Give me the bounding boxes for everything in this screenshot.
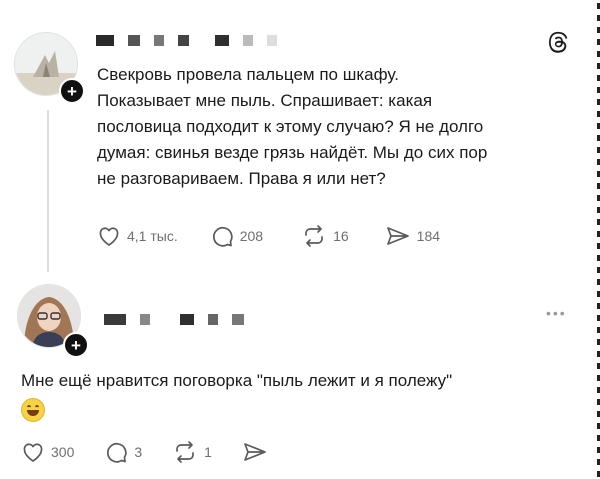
- grinning-face-icon: [21, 398, 45, 422]
- thread-line: [47, 110, 49, 272]
- like-button[interactable]: 4,1 тыс.: [97, 225, 178, 247]
- author-name-masked[interactable]: [96, 35, 277, 46]
- like-count: 300: [51, 444, 75, 460]
- comment-count: 208: [239, 228, 264, 244]
- reply-actions: 300 3 1: [21, 440, 268, 464]
- post-actions: 4,1 тыс. 208 16 184: [97, 224, 440, 248]
- comment-count: 3: [134, 444, 143, 460]
- send-icon: [386, 227, 409, 245]
- repost-icon: [305, 225, 323, 247]
- like-button[interactable]: 300: [21, 441, 74, 463]
- more-icon[interactable]: •••: [546, 305, 567, 321]
- post-text: Свекровь провела пальцем по шкафу. Показ…: [97, 65, 488, 188]
- like-count: 4,1 тыс.: [127, 228, 178, 244]
- share-button[interactable]: [242, 440, 268, 464]
- follow-plus-icon[interactable]: +: [63, 332, 89, 358]
- threads-logo[interactable]: [548, 31, 570, 53]
- author-name-masked[interactable]: [104, 314, 244, 325]
- repost-count: 1: [204, 444, 212, 460]
- follow-plus-icon[interactable]: +: [59, 78, 85, 104]
- share-button[interactable]: 184: [385, 224, 440, 248]
- repost-button[interactable]: 1: [172, 440, 212, 464]
- share-count: 184: [416, 228, 441, 244]
- heart-icon: [99, 227, 119, 246]
- comment-icon: [107, 443, 128, 463]
- repost-count: 16: [333, 228, 349, 244]
- heart-icon: [23, 443, 43, 462]
- reply-author-avatar-wrap[interactable]: +: [17, 284, 89, 358]
- send-icon: [244, 443, 266, 461]
- comment-button[interactable]: 208: [210, 224, 263, 248]
- repost-icon: [176, 441, 195, 463]
- repost-button[interactable]: 16: [301, 224, 349, 248]
- reply-text: Мне ещё нравится поговорка "пыль лежит и…: [21, 371, 453, 390]
- post-author-avatar-wrap[interactable]: +: [14, 32, 85, 104]
- comment-icon: [212, 227, 233, 247]
- comment-button[interactable]: 3: [104, 440, 142, 464]
